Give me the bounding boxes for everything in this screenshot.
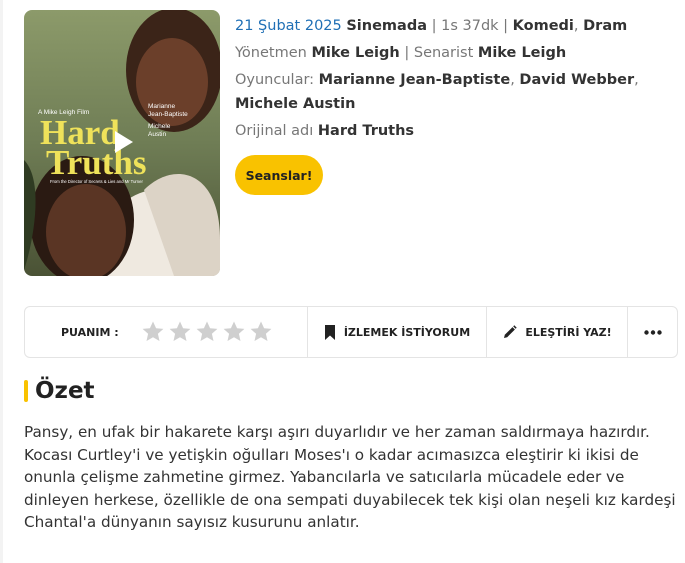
cast-link[interactable]: Marianne Jean-Baptiste [319, 72, 511, 88]
write-review-button[interactable]: ELEŞTİRİ YAZ! [487, 307, 628, 357]
writer-link[interactable]: Mike Leigh [478, 45, 566, 61]
poster-actor2-line1: Michele [148, 123, 171, 130]
writer-label: Senarist [413, 45, 474, 61]
cast-link[interactable]: Michele Austin [235, 96, 355, 112]
original-title: Hard Truths [317, 123, 415, 139]
watchlist-label: İZLEMEK İSTİYORUM [343, 325, 471, 339]
original-title-label: Orijinal adı [235, 123, 314, 139]
cast-label: Oyuncular: [235, 72, 315, 88]
genre-comma: , [573, 18, 579, 34]
movie-info: 21 Şubat 2025 Sinemada | 1s 37dk | Komed… [235, 14, 675, 146]
movie-poster[interactable]: A Mike Leigh Film Hard Truths Marianne J… [24, 10, 220, 276]
summary-heading: Özet [24, 378, 95, 404]
cast-row: Oyuncular: Marianne Jean-Baptiste, David… [235, 68, 675, 116]
bookmark-icon [324, 324, 335, 340]
original-title-row: Orijinal adı Hard Truths [235, 119, 675, 143]
rating-stars[interactable] [141, 320, 273, 344]
summary-title: Özet [35, 378, 95, 404]
poster-tagline: From the Director of Secrets & Lies and … [50, 179, 143, 184]
poster-actor2-line2: Austin [148, 131, 166, 138]
more-options-button[interactable] [628, 307, 677, 357]
play-icon[interactable] [105, 125, 139, 159]
cast-comma: , [634, 72, 639, 88]
rating-label: PUANIM : [61, 325, 119, 339]
release-date[interactable]: 21 Şubat 2025 [235, 18, 342, 34]
summary-text: Pansy, en ufak bir hakarete karşı aşırı … [24, 423, 676, 531]
heading-accent-bar [24, 380, 28, 402]
more-dots-icon [643, 329, 662, 335]
pencil-icon [504, 324, 518, 338]
review-label: ELEŞTİRİ YAZ! [525, 325, 612, 339]
star-icon[interactable] [168, 320, 192, 344]
star-icon[interactable] [141, 320, 165, 344]
director-label: Yönetmen [235, 45, 307, 61]
genre-link[interactable]: Dram [583, 18, 627, 34]
action-bar: PUANIM : İZLEMEK İSTİYORUM ELEŞTİRİ YAZ! [24, 306, 678, 358]
star-icon[interactable] [222, 320, 246, 344]
showtimes-button[interactable]: Seanslar! [235, 155, 323, 195]
rating-cell: PUANIM : [25, 307, 308, 357]
watchlist-button[interactable]: İZLEMEK İSTİYORUM [308, 307, 487, 357]
crew-row: Yönetmen Mike Leigh | Senarist Mike Leig… [235, 41, 675, 65]
star-icon[interactable] [195, 320, 219, 344]
director-link[interactable]: Mike Leigh [311, 45, 399, 61]
release-status: Sinemada [346, 18, 427, 34]
separator: | [431, 18, 437, 34]
duration: 1s 37dk [441, 18, 499, 34]
cast-link[interactable]: David Webber [519, 72, 634, 88]
poster-actor1-line1: Marianne [148, 103, 175, 110]
genre-link[interactable]: Komedi [513, 18, 574, 34]
star-icon[interactable] [249, 320, 273, 344]
cast-comma: , [510, 72, 515, 88]
separator: | [503, 18, 509, 34]
release-row: 21 Şubat 2025 Sinemada | 1s 37dk | Komed… [235, 14, 675, 38]
poster-actor1-line2: Jean-Baptiste [148, 111, 188, 118]
page-left-rule [0, 0, 3, 563]
separator: | [404, 45, 410, 61]
